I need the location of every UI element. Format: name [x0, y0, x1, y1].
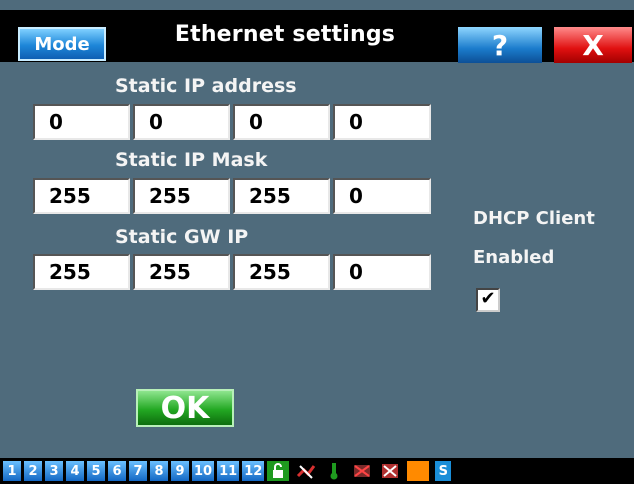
- screen-1-button[interactable]: 1: [3, 461, 21, 481]
- help-button[interactable]: ?: [458, 27, 542, 63]
- close-icon: X: [582, 28, 604, 62]
- static-ip-octet-4[interactable]: 0: [333, 104, 431, 140]
- static-ip-label: Static IP address: [115, 75, 297, 97]
- pump-off-icon[interactable]: [379, 461, 401, 481]
- screen-2-button[interactable]: 2: [24, 461, 42, 481]
- static-gw-label: Static GW IP: [115, 226, 249, 248]
- screen-7-button[interactable]: 7: [129, 461, 147, 481]
- screen-6-button[interactable]: 6: [108, 461, 126, 481]
- thermometer-icon[interactable]: [323, 461, 345, 481]
- ethernet-settings-window: Mode Ethernet settings ? X Static IP add…: [0, 0, 634, 458]
- screen-10-button[interactable]: 10: [192, 461, 215, 481]
- screen-8-button[interactable]: 8: [150, 461, 168, 481]
- network-disconnected-icon[interactable]: [295, 461, 317, 481]
- static-ip-octet-2[interactable]: 0: [133, 104, 230, 140]
- checkmark-icon: ✔: [480, 288, 496, 309]
- window-title: Ethernet settings: [174, 22, 396, 47]
- close-button[interactable]: X: [554, 27, 632, 63]
- screen-12-button[interactable]: 12: [242, 461, 265, 481]
- screen-11-button[interactable]: 11: [217, 461, 240, 481]
- screen-9-button[interactable]: 9: [171, 461, 189, 481]
- static-mask-label: Static IP Mask: [115, 149, 268, 171]
- screen-3-button[interactable]: 3: [45, 461, 63, 481]
- static-gw-octet-4[interactable]: 0: [333, 254, 431, 290]
- static-gw-octet-2[interactable]: 255: [133, 254, 230, 290]
- dhcp-client-label: DHCP Client: [473, 208, 595, 229]
- title-bar: Mode Ethernet settings ? X: [0, 10, 634, 63]
- fan-off-icon[interactable]: [351, 461, 373, 481]
- static-ip-octet-1[interactable]: 0: [33, 104, 130, 140]
- ok-button[interactable]: OK: [136, 389, 234, 427]
- static-ip-octet-3[interactable]: 0: [233, 104, 330, 140]
- dhcp-enabled-label: Enabled: [473, 247, 555, 268]
- static-mask-octet-3[interactable]: 255: [233, 178, 330, 214]
- static-gw-octet-1[interactable]: 255: [33, 254, 130, 290]
- static-ip-fields: 0 0 0 0: [33, 104, 431, 140]
- dhcp-enabled-checkbox[interactable]: ✔: [476, 288, 500, 312]
- settings-s-icon[interactable]: S: [435, 461, 452, 481]
- static-mask-octet-4[interactable]: 0: [333, 178, 431, 214]
- static-mask-octet-2[interactable]: 255: [133, 178, 230, 214]
- screen-4-button[interactable]: 4: [66, 461, 84, 481]
- taskbar: 1 2 3 4 5 6 7 8 9 10 11 12 S: [0, 458, 634, 484]
- static-gw-octet-3[interactable]: 255: [233, 254, 330, 290]
- static-mask-fields: 255 255 255 0: [33, 178, 431, 214]
- static-mask-octet-1[interactable]: 255: [33, 178, 130, 214]
- mode-button[interactable]: Mode: [18, 27, 106, 61]
- help-icon: ?: [491, 28, 509, 62]
- screen-5-button[interactable]: 5: [87, 461, 105, 481]
- orange-status-icon[interactable]: [407, 461, 430, 481]
- static-gw-fields: 255 255 255 0: [33, 254, 431, 290]
- lock-icon[interactable]: [267, 461, 290, 481]
